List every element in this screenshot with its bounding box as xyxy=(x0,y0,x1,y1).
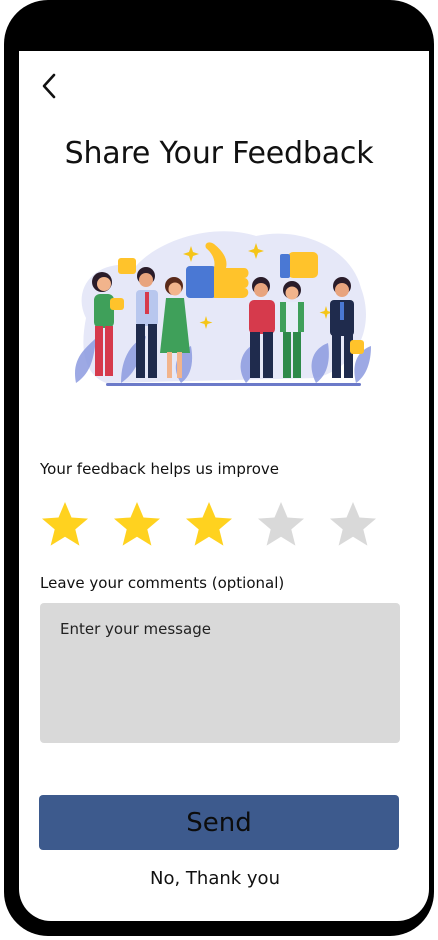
star-icon-4[interactable] xyxy=(256,500,306,550)
star-icon-5[interactable] xyxy=(328,500,378,550)
star-rating[interactable] xyxy=(40,500,378,550)
comments-label: Leave your comments (optional) xyxy=(40,574,285,592)
star-icon-1[interactable] xyxy=(40,500,90,550)
comments-textarea[interactable] xyxy=(40,603,400,743)
happy-people-thumbs-up-illustration xyxy=(75,231,371,386)
star-icon-3[interactable] xyxy=(184,500,234,550)
page-title: Share Your Feedback xyxy=(64,136,374,171)
app-screen xyxy=(19,51,429,921)
rating-prompt: Your feedback helps us improve xyxy=(40,460,279,478)
star-icon-2[interactable] xyxy=(112,500,162,550)
no-thanks-link[interactable]: No, Thank you xyxy=(0,868,430,889)
back-chevron-icon[interactable] xyxy=(38,72,62,100)
send-button[interactable]: Send xyxy=(39,795,399,850)
